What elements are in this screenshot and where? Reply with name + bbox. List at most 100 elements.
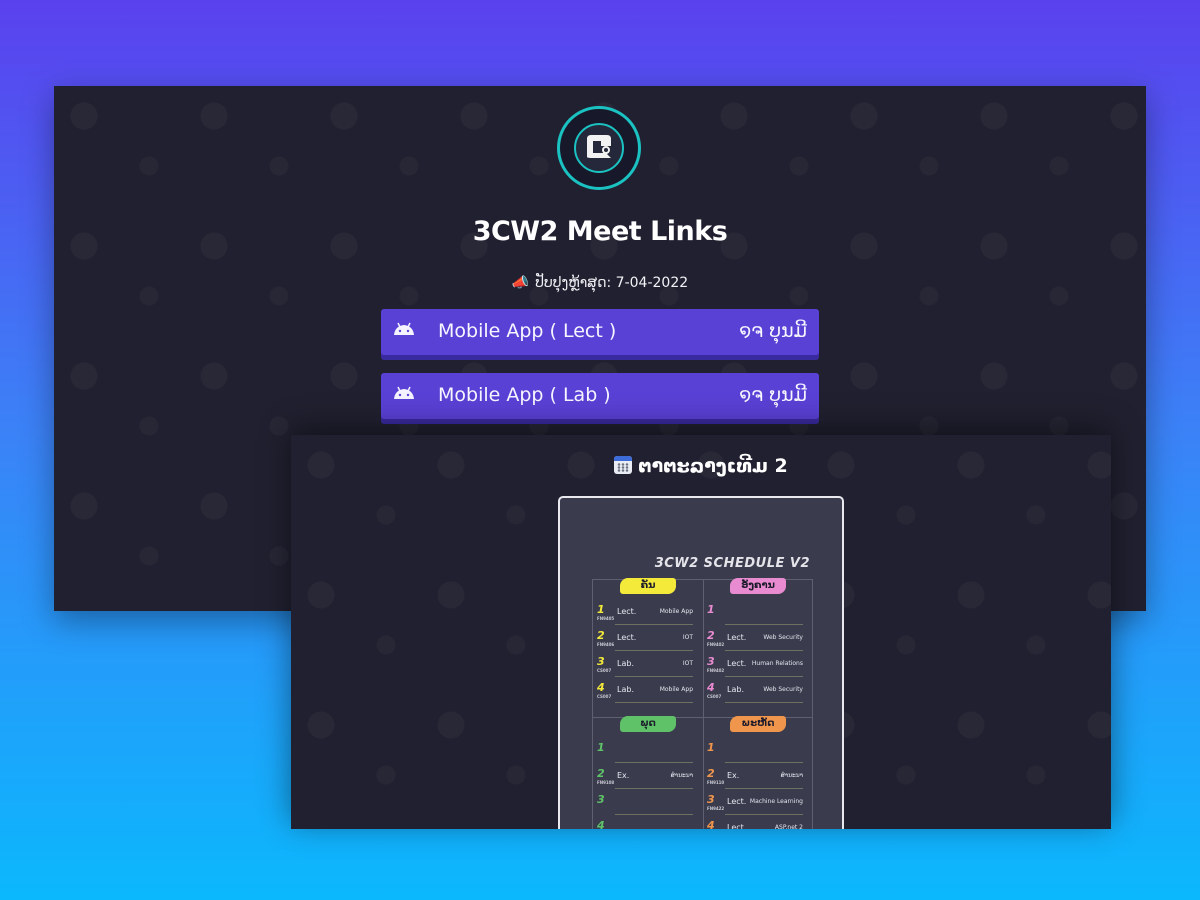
last-updated-text: ປັບປຸງຫຼ້າສຸດ: 7-04-2022 [535, 275, 689, 291]
slot-number: 2 [707, 767, 715, 780]
slot-divider [615, 762, 693, 763]
schedule-slot: 3 FN9402 Lect. Human Relations [707, 654, 803, 680]
day-tag: ພະຫັດ [730, 716, 786, 732]
slot-subject: Mobile App [659, 686, 693, 693]
slot-room-code: FN9402 [707, 668, 725, 673]
slot-room-code: FN9406 [597, 642, 615, 647]
schedule-slot: 4 CS007 Lab. Mobile App [597, 680, 693, 706]
slot-type: Lab. [727, 685, 744, 694]
slot-room-code: CS007 [707, 694, 722, 699]
slot-divider [615, 814, 693, 815]
slot-subject: IOT [682, 634, 693, 641]
slot-divider [725, 814, 803, 815]
slot-type: Lect. [617, 633, 637, 642]
meet-link-mobile-app-lect-button[interactable]: Mobile App ( Lect ) ໑ຈ ບຸນມີ [381, 309, 819, 355]
slot-number: 3 [597, 793, 605, 806]
meet-link-label: Mobile App ( Lab ) [438, 384, 611, 406]
slot-divider [725, 702, 803, 703]
slot-divider [615, 624, 693, 625]
slot-divider [615, 788, 693, 789]
schedule-slot: 3 [597, 792, 693, 818]
day-tag: ພຸດ [620, 716, 676, 732]
slot-subject: Web Security [763, 686, 803, 693]
schedule-slot: 1 [597, 740, 693, 766]
slot-type: Ex. [617, 771, 630, 780]
slot-type: Lect. [727, 659, 747, 668]
schedule-slot: 4 CS007 Lab. Web Security [707, 680, 803, 706]
slot-room-code: FN9108 [597, 780, 615, 785]
slot-type: Lect. [727, 823, 747, 829]
slot-type: Lab. [617, 685, 634, 694]
slot-number: 1 [707, 741, 715, 754]
slot-number: 1 [707, 603, 715, 616]
schedule-slot: 1 FN9405 Lect. Mobile App [597, 602, 693, 628]
slot-number: 4 [597, 819, 605, 829]
last-updated: 📣 ປັບປຸງຫຼ້າສຸດ: 7-04-2022 [54, 275, 1146, 291]
slot-divider [725, 788, 803, 789]
slot-divider [615, 702, 693, 703]
site-logo [557, 106, 641, 190]
schedule-slot: 1 [707, 740, 803, 766]
slot-number: 1 [597, 741, 605, 754]
meet-link-teacher: ໑ຈ ບຸນມີ [739, 384, 807, 406]
schedule-title-text: ຕາຕະລາງເທີມ 2 [638, 455, 788, 477]
slot-divider [725, 762, 803, 763]
megaphone-icon: 📣 [511, 275, 530, 291]
slot-subject: Web Security [763, 634, 803, 641]
schedule-image[interactable]: 3CW2 SCHEDULE V2 ຄັນ 1 FN9405 Lect. Mobile A… [558, 496, 844, 829]
slot-subject: Machine Learning [749, 798, 803, 805]
slot-divider [725, 624, 803, 625]
schedule-grid: ຄັນ 1 FN9405 Lect. Mobile App 2 FN9406 Lect. IOT… [592, 578, 813, 829]
logo-emblem-icon [574, 123, 624, 173]
slot-divider [725, 650, 803, 651]
slot-subject: ASP.net 2 [774, 824, 803, 829]
schedule-slot: 3 FN9422 Lect. Machine Learning [707, 792, 803, 818]
slot-room-code: FN9110 [707, 780, 725, 785]
day-tag: ອັງຄານ [730, 578, 786, 594]
slot-number: 2 [597, 767, 605, 780]
schedule-slot: 2 FN9110 Ex. ສຳນະນາ [707, 766, 803, 792]
slot-room-code: FN9422 [707, 806, 725, 811]
grid-divider [812, 580, 813, 829]
slot-number: 2 [707, 629, 715, 642]
schedule-slot: 4 [597, 818, 693, 829]
slot-divider [725, 676, 803, 677]
slot-subject: ສຳນະນາ [780, 772, 803, 779]
slot-subject: ສຳນະນາ [670, 772, 693, 779]
schedule-image-heading: 3CW2 SCHEDULE V2 [654, 556, 810, 571]
slot-room-code: CS007 [597, 668, 612, 673]
schedule-slot: 3 CS007 Lab. IOT [597, 654, 693, 680]
schedule-slot: 2 FN9108 Ex. ສຳນະນາ [597, 766, 693, 792]
schedule-title: ຕາຕະລາງເທີມ 2 [291, 455, 1111, 477]
slot-number: 2 [597, 629, 605, 642]
slot-room-code: FN9405 [597, 616, 615, 621]
slot-type: Lab. [617, 659, 634, 668]
slot-type: Lect. [727, 797, 747, 806]
schedule-slot: 1 [707, 602, 803, 628]
meet-link-teacher: ໑ຈ ບຸນມີ [739, 320, 807, 342]
slot-room-code: CS007 [597, 694, 612, 699]
slot-subject: IOT [682, 660, 693, 667]
schedule-slot: 4FN9422Lect.ASP.net 2 [707, 818, 803, 829]
calendar-icon [614, 456, 633, 474]
slot-type: Lect. [727, 633, 747, 642]
meet-link-label: Mobile App ( Lect ) [438, 320, 617, 342]
slot-number: 4 [707, 681, 715, 694]
slot-number: 3 [597, 655, 605, 668]
page-title: 3CW2 Meet Links [472, 216, 728, 247]
schedule-slot: 2 FN9402 Lect. Web Security [707, 628, 803, 654]
slot-type: Lect. [617, 607, 637, 616]
day-tag: ຄັນ [620, 578, 676, 594]
slot-subject: Mobile App [659, 608, 693, 615]
slot-number: 1 [597, 603, 605, 616]
slot-room-code: FN9402 [707, 642, 725, 647]
slot-number: 4 [707, 819, 715, 829]
slot-number: 3 [707, 793, 715, 806]
slot-subject: Human Relations [751, 660, 803, 667]
meet-link-mobile-app-lab-button[interactable]: Mobile App ( Lab ) ໑ຈ ບຸນມີ [381, 373, 819, 419]
grid-divider [703, 580, 704, 829]
slot-number: 3 [707, 655, 715, 668]
android-icon [393, 385, 415, 404]
slot-divider [615, 650, 693, 651]
android-icon [393, 321, 415, 340]
